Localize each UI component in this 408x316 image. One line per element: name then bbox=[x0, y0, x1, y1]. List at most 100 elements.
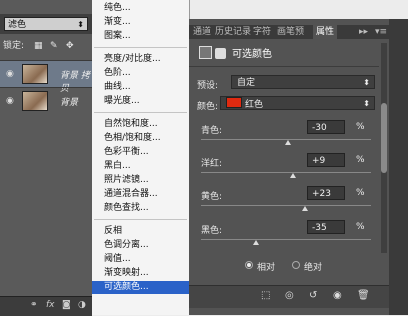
black-label: 黑色: bbox=[201, 226, 223, 236]
cyan-unit: % bbox=[356, 122, 365, 132]
tab-channels[interactable]: 通道 bbox=[193, 25, 211, 39]
black-slider-track[interactable] bbox=[201, 239, 371, 240]
panel-menu-icon[interactable]: ▾≡ bbox=[375, 25, 387, 39]
layer-row[interactable]: ◉ 背景 拷贝 bbox=[0, 60, 92, 94]
menu-item[interactable]: 颜色查找... bbox=[92, 202, 189, 215]
mask-icon[interactable]: ◙ bbox=[62, 300, 71, 310]
adjustment-icon[interactable]: ◑ bbox=[78, 300, 86, 310]
chevron-updown-icon: ⬍ bbox=[363, 78, 370, 87]
trash-icon[interactable]: 🗑 bbox=[357, 290, 370, 301]
panel-tabs: 通道 历史记录 字符 画笔预 属性 ▸▸ ▾≡ bbox=[189, 25, 408, 39]
right-dock-strip bbox=[389, 19, 408, 315]
relative-label: 相对 bbox=[257, 263, 276, 273]
menu-item[interactable]: 图案... bbox=[92, 30, 189, 43]
visibility-eye-icon[interactable]: ◉ bbox=[6, 69, 16, 79]
clip-to-layer-icon[interactable]: ⬚ bbox=[261, 290, 270, 301]
menu-item[interactable]: 纯色... bbox=[92, 2, 189, 15]
tab-brush-presets[interactable]: 画笔预 bbox=[277, 25, 304, 39]
preset-value: 自定 bbox=[237, 78, 256, 88]
cyan-value-input[interactable]: -30 bbox=[307, 120, 345, 134]
menu-item[interactable]: 反相 bbox=[92, 225, 189, 238]
scrollbar-thumb[interactable] bbox=[381, 103, 387, 173]
blend-mode-select[interactable]: 滤色 ⬍ bbox=[4, 17, 88, 31]
menu-item[interactable]: 阈值... bbox=[92, 253, 189, 266]
menu-item[interactable]: 曝光度... bbox=[92, 95, 189, 108]
magenta-label: 洋红: bbox=[201, 159, 223, 169]
layer-thumbnail bbox=[22, 64, 48, 84]
yellow-value-input[interactable]: +23 bbox=[307, 186, 345, 200]
absolute-radio[interactable] bbox=[292, 261, 300, 269]
lock-label: 锁定: bbox=[3, 41, 25, 51]
colors-dropdown[interactable]: 红色 ⬍ bbox=[220, 96, 375, 110]
view-previous-icon[interactable]: ◎ bbox=[285, 290, 294, 301]
cyan-label: 青色: bbox=[201, 126, 223, 136]
panel-scrollbar[interactable] bbox=[381, 43, 387, 253]
adjustment-menu: 纯色... 渐变... 图案... 亮度/对比度... 色阶... 曲线... … bbox=[92, 0, 190, 315]
menu-item-selective-color[interactable]: 可选颜色... bbox=[92, 281, 189, 294]
magenta-slider-track[interactable] bbox=[201, 172, 371, 173]
link-icon[interactable]: ⚭ bbox=[30, 300, 38, 310]
layer-thumbnail bbox=[22, 91, 48, 111]
lock-move-icon[interactable]: ✥ bbox=[66, 36, 74, 56]
lock-transparent-icon[interactable]: ▦ bbox=[34, 36, 43, 56]
reset-icon[interactable]: ↺ bbox=[309, 290, 317, 301]
title-text: 可选颜色 bbox=[232, 49, 272, 60]
magenta-value-input[interactable]: +9 bbox=[307, 153, 345, 167]
layer-row[interactable]: ◉ 背景 bbox=[0, 87, 92, 114]
tab-character[interactable]: 字符 bbox=[253, 25, 271, 39]
layers-panel: 滤色 ⬍ 锁定: ▦ ✎ ✥ ◉ 背景 拷贝 ◉ 背景 ⚭ fx ◙ ◑ bbox=[0, 0, 93, 316]
layer-name: 背景 bbox=[60, 98, 79, 108]
fx-icon[interactable]: fx bbox=[46, 300, 55, 310]
menu-item[interactable]: 亮度/对比度... bbox=[92, 53, 189, 66]
cyan-slider-knob[interactable] bbox=[285, 140, 291, 145]
yellow-label: 黄色: bbox=[201, 192, 223, 202]
yellow-slider-knob[interactable] bbox=[302, 206, 308, 211]
lock-brush-icon[interactable]: ✎ bbox=[50, 36, 58, 56]
menu-item[interactable]: 曲线... bbox=[92, 81, 189, 94]
properties-panel: 通道 历史记录 字符 画笔预 属性 ▸▸ ▾≡ 可选颜色 预设: 自定 ⬍ 颜色… bbox=[189, 19, 408, 315]
menu-item[interactable]: 色彩平衡... bbox=[92, 146, 189, 159]
menu-separator bbox=[94, 112, 187, 113]
tab-properties[interactable]: 属性 bbox=[313, 25, 338, 39]
colors-label: 颜色: bbox=[197, 102, 219, 112]
colors-value: 红色 bbox=[245, 100, 264, 110]
absolute-label: 绝对 bbox=[304, 263, 323, 273]
menu-item[interactable]: 色阶... bbox=[92, 67, 189, 80]
menu-item[interactable]: 色相/饱和度... bbox=[92, 132, 189, 145]
menu-item[interactable]: 色调分离... bbox=[92, 239, 189, 252]
preset-dropdown[interactable]: 自定 ⬍ bbox=[231, 75, 375, 89]
menu-item[interactable]: 渐变映射... bbox=[92, 267, 189, 280]
menu-separator bbox=[94, 219, 187, 220]
adjustment-layer-icon bbox=[199, 46, 212, 59]
properties-title: 可选颜色 bbox=[199, 46, 272, 62]
yellow-unit: % bbox=[356, 188, 365, 198]
relative-radio[interactable] bbox=[245, 261, 253, 269]
menu-item[interactable]: 照片滤镜... bbox=[92, 174, 189, 187]
blend-mode-value: 滤色 bbox=[8, 20, 27, 30]
color-swatch bbox=[226, 97, 242, 108]
blend-mode-row: 滤色 ⬍ bbox=[0, 14, 92, 34]
black-slider-knob[interactable] bbox=[253, 240, 259, 245]
preset-label: 预设: bbox=[197, 81, 219, 91]
yellow-slider-track[interactable] bbox=[201, 205, 371, 206]
properties-footer: ⬚ ◎ ↺ ◉ 🗑 bbox=[189, 285, 389, 308]
menu-separator bbox=[94, 47, 187, 48]
menu-item[interactable]: 黑白... bbox=[92, 160, 189, 173]
magenta-unit: % bbox=[356, 155, 365, 165]
black-unit: % bbox=[356, 222, 365, 232]
visibility-eye-icon[interactable]: ◉ bbox=[6, 96, 16, 106]
chevron-down-icon: ⬍ bbox=[77, 20, 84, 29]
black-value-input[interactable]: -35 bbox=[307, 220, 345, 234]
magenta-slider-knob[interactable] bbox=[290, 173, 296, 178]
chevron-updown-icon: ⬍ bbox=[363, 99, 370, 108]
layer-mask-icon bbox=[215, 48, 226, 59]
lock-row: 锁定: ▦ ✎ ✥ bbox=[0, 36, 92, 56]
menu-item[interactable]: 渐变... bbox=[92, 16, 189, 29]
layers-footer: ⚭ fx ◙ ◑ bbox=[0, 296, 92, 316]
menu-item[interactable]: 自然饱和度... bbox=[92, 118, 189, 131]
panel-collapse-icon[interactable]: ▸▸ bbox=[359, 25, 368, 39]
divider bbox=[189, 66, 379, 67]
tab-history[interactable]: 历史记录 bbox=[215, 25, 251, 39]
visibility-icon[interactable]: ◉ bbox=[333, 290, 342, 301]
menu-item[interactable]: 通道混合器... bbox=[92, 188, 189, 201]
